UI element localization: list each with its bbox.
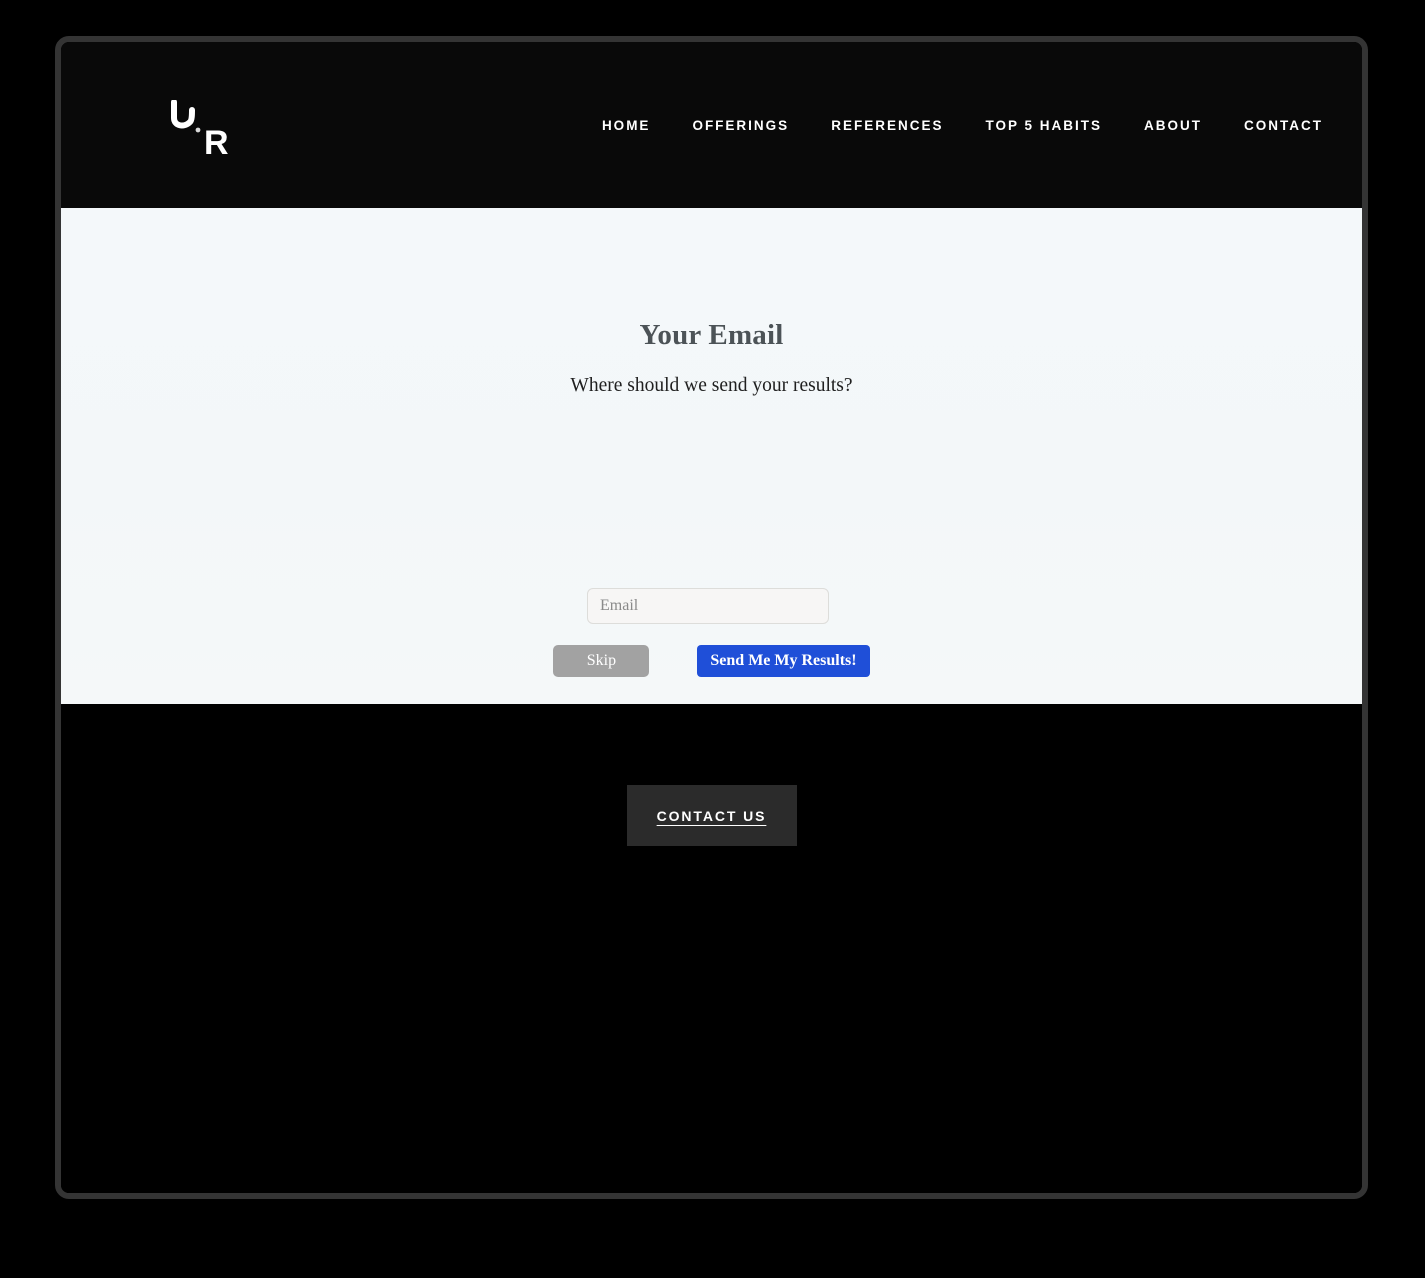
email-capture-section: Your Email Where should we send your res… (61, 208, 1362, 704)
nav-link-contact[interactable]: CONTACT (1223, 118, 1344, 133)
logo-svg: R (171, 99, 229, 162)
jr-monogram-logo-icon[interactable]: R (160, 99, 246, 162)
nav-link-about[interactable]: ABOUT (1123, 118, 1223, 133)
skip-button[interactable]: Skip (553, 645, 650, 677)
main-navigation: HOME OFFERINGS REFERENCES TOP 5 HABITS A… (581, 42, 1344, 208)
contact-us-label: CONTACT US (656, 807, 767, 824)
send-results-button[interactable]: Send Me My Results! (697, 645, 870, 677)
email-input[interactable] (587, 588, 829, 624)
nav-link-home[interactable]: HOME (581, 118, 672, 133)
svg-text:R: R (204, 124, 229, 162)
nav-link-references[interactable]: REFERENCES (810, 118, 964, 133)
form-button-row: Skip Send Me My Results! (61, 645, 1362, 677)
browser-window-frame: R HOME OFFERINGS REFERENCES TOP 5 HABITS… (55, 36, 1368, 1199)
form-subtitle: Where should we send your results? (570, 375, 853, 396)
nav-link-offerings[interactable]: OFFERINGS (671, 118, 810, 133)
page-content-scroll-area: R HOME OFFERINGS REFERENCES TOP 5 HABITS… (61, 42, 1362, 1193)
contact-us-button[interactable]: CONTACT US (626, 785, 797, 846)
site-header: R HOME OFFERINGS REFERENCES TOP 5 HABITS… (61, 42, 1362, 208)
nav-link-top-5-habits[interactable]: TOP 5 HABITS (964, 118, 1123, 133)
site-footer: CONTACT US (61, 704, 1362, 1193)
page-title: Your Email (639, 319, 784, 351)
